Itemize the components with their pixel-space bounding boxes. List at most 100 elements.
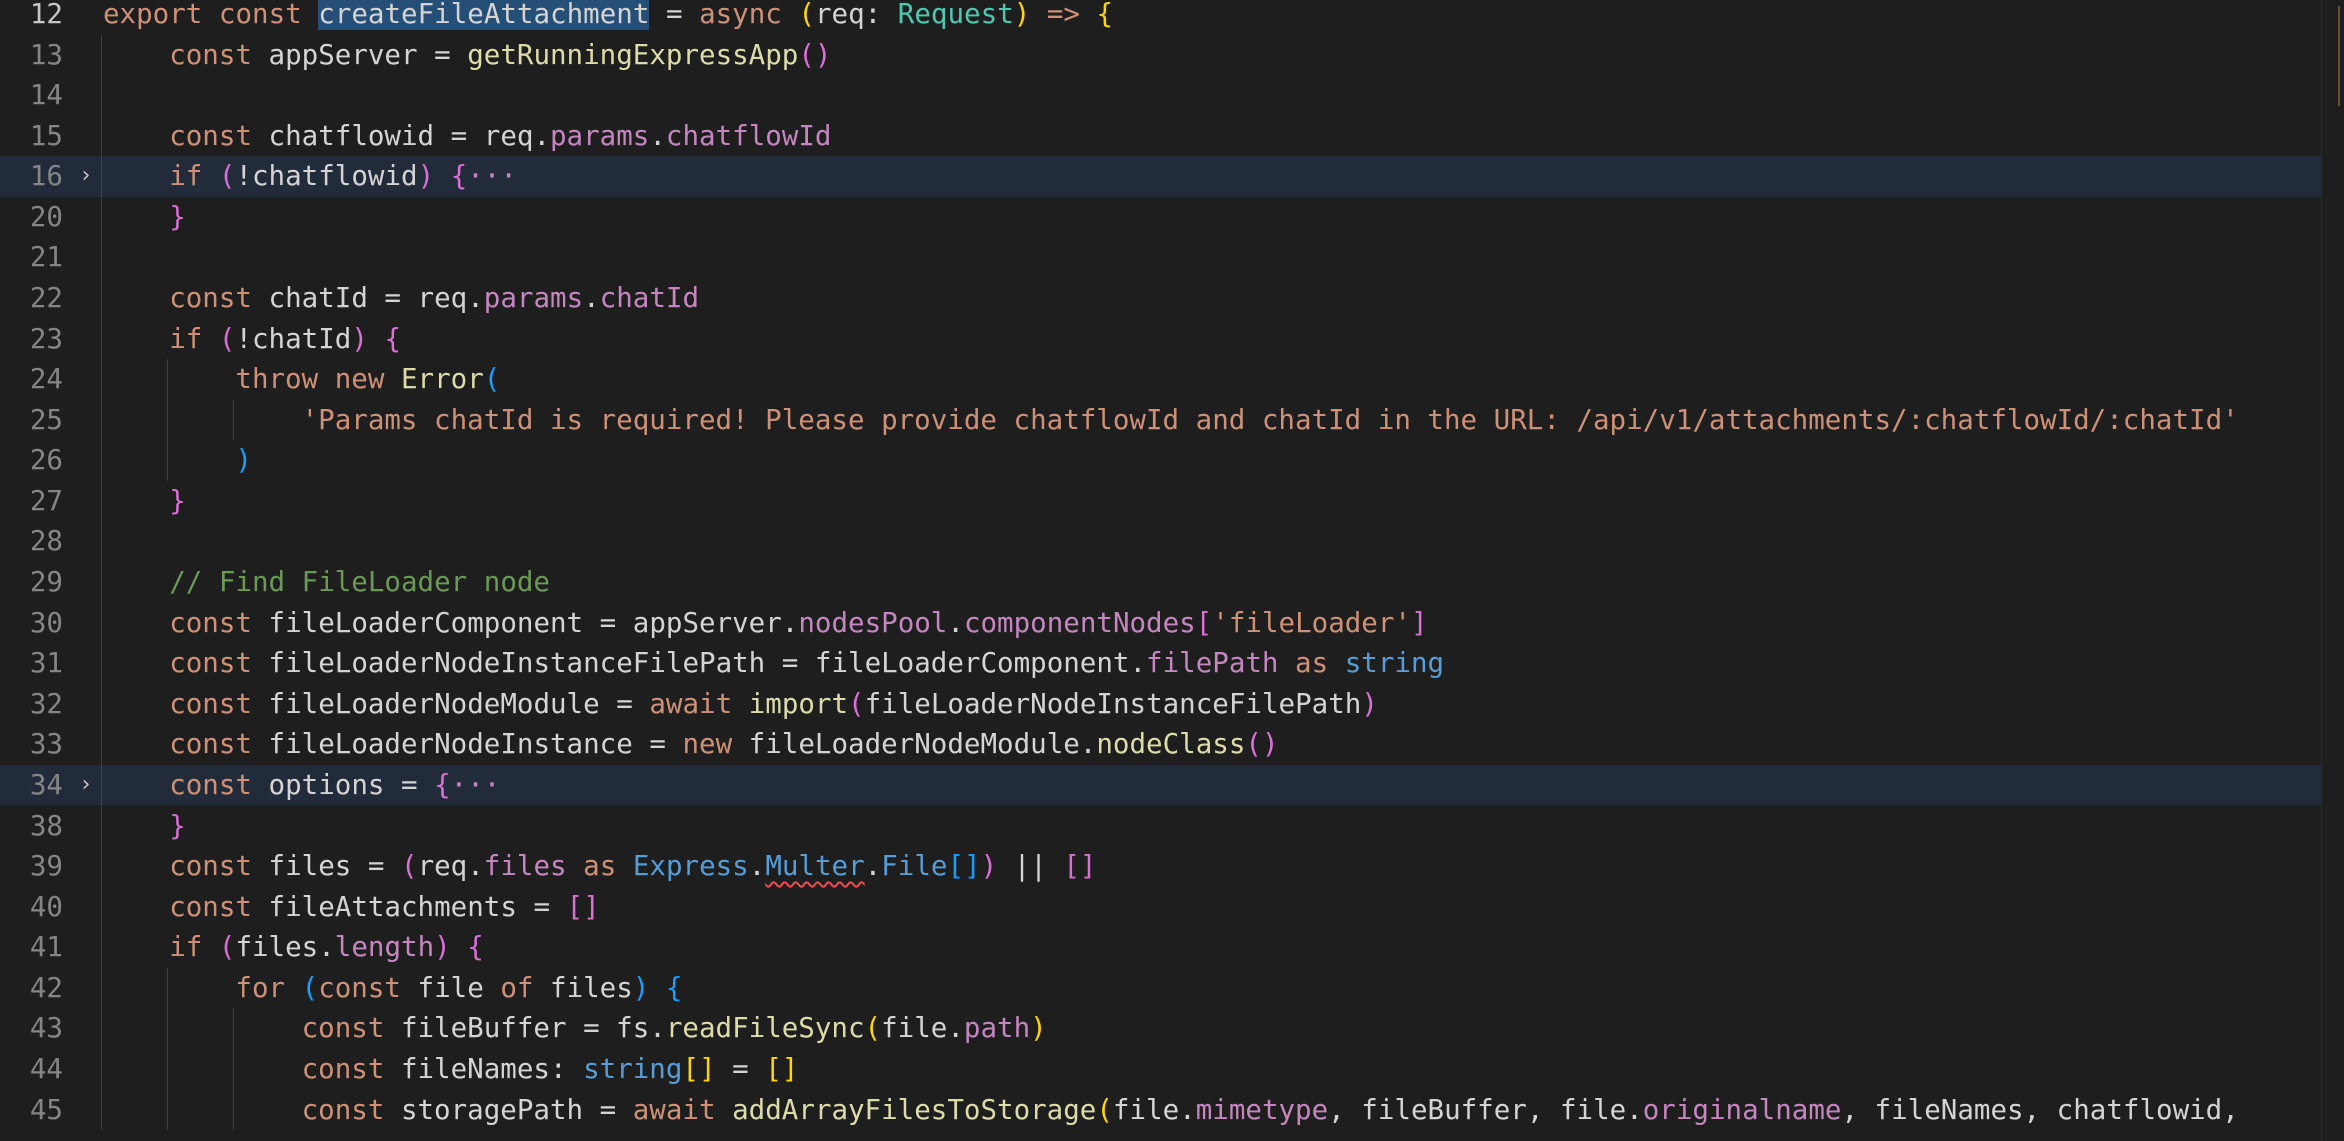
code-token: const [301,1012,385,1045]
code-token: ) [434,931,451,964]
code-token: filePath [1146,647,1279,680]
code-line[interactable]: 30 const fileLoaderComponent = appServer.… [0,603,2322,644]
code-text: if (files.length) { [169,927,484,968]
code-token: const [318,971,401,1004]
code-line[interactable]: 24 throw new Error( [0,359,2322,400]
code-line[interactable]: 23 if (!chatId) { [0,319,2322,360]
code-token: const [169,687,252,720]
line-number: 39 [29,850,63,883]
code-token: req. [417,850,484,883]
code-token: { [434,768,451,801]
code-line[interactable]: 13 const appServer = getRunningExpressApp… [0,35,2322,76]
code-line[interactable]: 33 const fileLoaderNodeInstance = new fil… [0,724,2322,765]
code-line[interactable]: 32 const fileLoaderNodeModule = await imp… [0,684,2322,725]
code-token: await [632,1093,716,1126]
code-token: ( [848,687,865,720]
code-token: [] [1063,850,1097,883]
code-token: [ [1195,606,1213,639]
chevron-right-icon[interactable]: › [74,156,98,197]
code-line[interactable]: 14 [0,75,2322,116]
line-number: 38 [29,809,63,842]
code-token: Multer [765,850,865,883]
code-token: files. [235,931,335,964]
code-token: const [169,119,252,152]
code-token: 'Params chatId is required! Please provi… [301,403,2239,436]
code-token: ) [1030,1012,1047,1045]
code-token: !chatflowid [235,160,418,193]
code-line[interactable]: 39 const files = (req.files as Express.Mu… [0,846,2322,887]
code-token: ] [1410,606,1428,639]
code-token: fileLoaderNodeInstanceFilePath = fileLoa… [251,647,1147,680]
code-token: chatId = req. [251,282,484,315]
code-token: files = [251,850,401,883]
code-text: const fileLoaderNodeModule = await impor… [169,684,1378,725]
code-token: ) [632,971,650,1004]
code-line[interactable]: 15 const chatflowid = req.params.chatflow… [0,116,2322,157]
code-text: } [169,481,186,522]
code-token: file. [881,1012,964,1045]
code-line[interactable]: 28 [0,521,2322,562]
code-line[interactable]: 27} [0,481,2322,522]
line-number: 24 [29,363,63,396]
code-token: file. [1112,1093,1196,1126]
code-token: File [881,850,948,883]
code-token: { [1096,0,1114,30]
code-line[interactable]: 34 › const options = {··· [0,764,2322,806]
code-line[interactable]: 43 const fileBuffer = fs.readFileSync(fil… [0,1008,2322,1049]
code-line[interactable]: 41 if (files.length) { [0,927,2322,968]
code-token: const [169,768,252,801]
code-text: export const createFileAttachment = asyn… [103,0,1113,35]
code-line[interactable]: 21 [0,237,2322,278]
code-token: Express [632,850,749,883]
code-line[interactable]: 31 const fileLoaderNodeInstanceFilePath =… [0,643,2322,684]
folded-region-ellipsis[interactable]: ··· [467,160,517,192]
code-token: const [169,728,252,761]
code-line[interactable]: 26) [0,440,2322,481]
line-number: 14 [29,79,63,112]
code-line[interactable]: 40 const fileAttachments = [] [0,887,2322,928]
code-text: if (!chatflowid) {··· [169,156,517,197]
code-line[interactable]: 22 const chatId = req.params.chatId [0,278,2322,319]
folded-region-ellipsis[interactable]: ··· [451,769,501,801]
chevron-right-icon[interactable]: › [74,765,98,806]
line-number: 41 [29,931,63,964]
code-token: { [467,931,484,964]
code-token: [] [682,1052,716,1085]
code-line[interactable]: 42 for (const file of files) { [0,968,2322,1009]
code-line[interactable]: 25 'Params chatId is required! Please pro… [0,400,2322,441]
code-line[interactable]: 20} [0,197,2322,238]
code-token: ( [401,850,418,883]
code-token: . [583,282,600,315]
code-token: ( [218,931,236,964]
code-line[interactable]: 29 // Find FileLoader node [0,562,2322,603]
line-number: 16 [29,160,63,193]
code-token: const [169,647,252,680]
code-token: new [334,363,385,396]
code-line[interactable]: 44 const fileNames: string[] = [] [0,1049,2322,1090]
highlighted-symbol: createFileAttachment [318,0,650,30]
code-token: } [169,809,186,842]
code-token: . [649,119,666,152]
code-token: const [202,0,302,30]
code-token: ( [798,0,815,30]
code-token: ( [483,363,501,396]
code-line[interactable]: 45 const storagePath = await addArrayFile… [0,1090,2322,1131]
line-number: 30 [29,606,63,639]
code-line[interactable]: 16 › if (!chatflowid) {··· [0,156,2322,197]
code-text: const chatId = req.params.chatId [169,278,699,319]
code-line[interactable]: 12 export const createFileAttachment = as… [0,0,2322,35]
vertical-scrollbar[interactable] [2321,0,2344,1141]
code-text: const fileBuffer = fs.readFileSync(file.… [302,1008,1047,1049]
code-token: path [963,1012,1031,1045]
code-text: const fileLoaderComponent = appServer.no… [169,603,1427,644]
code-text: throw new Error( [235,359,500,400]
code-token: [] [765,1052,799,1085]
code-editor[interactable]: 12 export const createFileAttachment = as… [0,0,2344,1141]
code-line[interactable]: 38} [0,806,2322,847]
